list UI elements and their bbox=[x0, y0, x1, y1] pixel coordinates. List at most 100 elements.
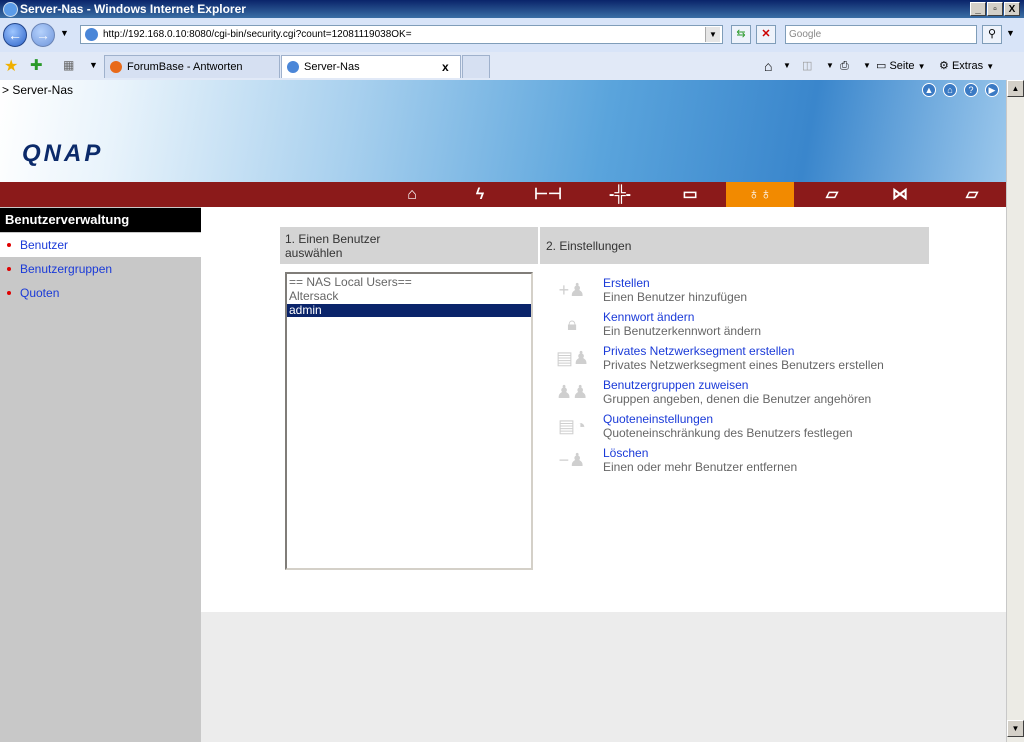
delete-user-icon: −♟ bbox=[558, 450, 586, 470]
refresh-button[interactable]: ⇆ bbox=[731, 25, 751, 44]
window-title-bar: Server-Nas - Windows Internet Explorer _… bbox=[0, 0, 1024, 18]
forward-button[interactable]: → bbox=[31, 23, 55, 47]
erstellen-link[interactable]: Erstellen bbox=[603, 276, 650, 290]
main-content-footer bbox=[201, 612, 1006, 742]
share-folder-menu-icon[interactable]: ▱ bbox=[798, 182, 866, 207]
step2-label: 2. Einstellungen bbox=[546, 239, 632, 253]
tab-forumbase[interactable]: ForumBase - Antworten bbox=[104, 55, 280, 78]
close-window-button[interactable]: X bbox=[1004, 2, 1020, 16]
help-icon[interactable]: ? bbox=[964, 83, 978, 97]
list-item-selected[interactable]: admin bbox=[287, 304, 531, 317]
search-input[interactable]: Google bbox=[785, 25, 977, 44]
tab-server-nas[interactable]: Server-Nas x bbox=[281, 55, 461, 78]
vertical-scrollbar[interactable]: ▲ ▼ bbox=[1006, 80, 1024, 742]
quota-icon: ▤◔ bbox=[558, 416, 586, 436]
new-tab-button[interactable] bbox=[462, 55, 490, 78]
home-icon[interactable]: ⌂ bbox=[764, 57, 772, 75]
qnap-banner: > Server-Nas QNAP ▲ ⌂ ? ▶ bbox=[0, 80, 1006, 182]
home-dropdown-icon[interactable]: ▼ bbox=[783, 57, 791, 75]
tab-label: ForumBase - Antworten bbox=[127, 61, 243, 73]
back-button[interactable]: ← bbox=[3, 23, 27, 47]
maximize-button[interactable]: ▫ bbox=[987, 2, 1003, 16]
add-user-icon: +♟ bbox=[558, 280, 586, 300]
action-netzwerksegment: ▤♟ Privates Netzwerksegment erstellen Pr… bbox=[556, 344, 996, 376]
tools-dropdown-icon: ▼ bbox=[986, 62, 995, 71]
bullet-icon bbox=[7, 243, 11, 247]
loeschen-desc: Einen oder mehr Benutzer entfernen bbox=[603, 460, 798, 474]
step1-line2: auswählen bbox=[285, 246, 343, 260]
sidebar-item-benutzer[interactable]: Benutzer bbox=[0, 233, 201, 257]
list-item[interactable]: == NAS Local Users== bbox=[287, 276, 531, 289]
action-quoten: ▤◔ Quoteneinstellungen Quoteneinschränku… bbox=[556, 412, 996, 444]
netzwerksegment-link[interactable]: Privates Netzwerksegment erstellen bbox=[603, 344, 794, 358]
action-loeschen: −♟ Löschen Einen oder mehr Benutzer entf… bbox=[556, 446, 996, 478]
erstellen-desc: Einen Benutzer hinzufügen bbox=[603, 290, 748, 304]
address-dropdown-icon[interactable]: ▼ bbox=[705, 27, 720, 42]
group-icon: ♟♟ bbox=[556, 382, 589, 402]
status-menu-icon[interactable]: ▱ bbox=[938, 182, 1006, 207]
scroll-down-icon[interactable]: ▼ bbox=[1007, 720, 1024, 737]
feeds-dropdown-icon[interactable]: ▼ bbox=[826, 57, 834, 75]
scroll-up-icon[interactable]: ▲ bbox=[1007, 80, 1024, 97]
home-nav-icon[interactable]: ⌂ bbox=[943, 83, 957, 97]
logout-icon[interactable]: ▲ bbox=[922, 83, 936, 97]
action-kennwort: 🔒︎ Kennwort ändern Ein Benutzerkennwort … bbox=[556, 310, 996, 342]
network-menu-icon[interactable]: ϟ bbox=[446, 182, 514, 207]
lock-icon: 🔒︎ bbox=[567, 314, 577, 334]
loeschen-link[interactable]: Löschen bbox=[603, 446, 648, 460]
search-icon[interactable]: ⚲ bbox=[982, 25, 1002, 44]
tools-menu[interactable]: ⚙ Extras ▼ bbox=[939, 57, 994, 75]
step2-header: 2. Einstellungen bbox=[540, 227, 929, 264]
qnap-logo: QNAP bbox=[22, 140, 104, 167]
feeds-icon[interactable]: ◫ bbox=[802, 57, 812, 75]
add-favorite-icon[interactable]: ✚ bbox=[30, 56, 43, 74]
page-menu[interactable]: ▭ Seite ▼ bbox=[876, 57, 926, 75]
user-management-menu-icon[interactable]: ♁♁ bbox=[726, 182, 794, 207]
step1-line1: 1. Einen Benutzer bbox=[285, 232, 381, 246]
next-icon[interactable]: ▶ bbox=[985, 83, 999, 97]
benutzergruppen-desc: Gruppen angeben, denen die Benutzer ange… bbox=[603, 392, 872, 406]
window-title: Server-Nas - Windows Internet Explorer bbox=[20, 2, 246, 16]
close-tab-icon[interactable]: x bbox=[442, 56, 449, 78]
list-item[interactable]: Altersack bbox=[287, 290, 531, 303]
server-nas-favicon-icon bbox=[287, 61, 299, 73]
page-dropdown-icon: ▼ bbox=[917, 62, 926, 71]
main-menu-strip: ⌂ ϟ ⊢⊣ -╬- ▭ ♁♁ ▱ ⋈ ▱ bbox=[0, 182, 1006, 207]
user-listbox[interactable]: == NAS Local Users== Altersack admin bbox=[285, 272, 533, 570]
kennwort-link[interactable]: Kennwort ändern bbox=[603, 310, 694, 324]
sidebar-item-quoten[interactable]: Quoten bbox=[0, 281, 201, 305]
stop-button[interactable]: ✕ bbox=[756, 25, 776, 44]
benutzergruppen-link[interactable]: Benutzergruppen zuweisen bbox=[603, 378, 748, 392]
breadcrumb: > Server-Nas bbox=[2, 83, 74, 97]
tab-list-dropdown-icon[interactable]: ▼ bbox=[89, 60, 98, 70]
page-icon bbox=[85, 28, 98, 41]
bullet-icon bbox=[7, 291, 11, 295]
quick-tabs-icon[interactable]: ▦ bbox=[63, 58, 74, 72]
search-options-icon[interactable]: ▼ bbox=[1006, 28, 1015, 38]
sidebar-item-benutzergruppen[interactable]: Benutzergruppen bbox=[0, 257, 201, 281]
sidebar-item-label: Quoten bbox=[20, 286, 60, 300]
url-text: http://192.168.0.10:8080/cgi-bin/securit… bbox=[103, 29, 412, 40]
network-services-menu-icon[interactable]: ⋈ bbox=[866, 182, 934, 207]
gear-icon: ⚙ bbox=[939, 60, 949, 72]
tools-menu-label: Extras bbox=[951, 60, 984, 72]
step1-header: 1. Einen Benutzer auswählen bbox=[280, 227, 538, 264]
favorites-star-icon[interactable]: ★ bbox=[4, 56, 18, 76]
quoten-desc: Quoteneinschränkung des Benutzers festle… bbox=[603, 426, 853, 440]
home-menu-icon[interactable]: ⌂ bbox=[378, 182, 446, 207]
history-dropdown-icon[interactable]: ▼ bbox=[60, 28, 69, 38]
action-erstellen: +♟ Erstellen Einen Benutzer hinzufügen bbox=[556, 276, 996, 308]
network-share-icon: ▤♟ bbox=[556, 348, 590, 368]
system-tools-menu-icon[interactable]: ⊢⊣ bbox=[514, 182, 582, 207]
action-benutzergruppen: ♟♟ Benutzergruppen zuweisen Gruppen ange… bbox=[556, 378, 996, 410]
page-menu-label: Seite bbox=[889, 60, 915, 72]
ie-logo-icon bbox=[3, 2, 18, 17]
print-icon[interactable]: ⎙ bbox=[840, 57, 849, 75]
device-menu-icon[interactable]: -╬- bbox=[586, 182, 654, 207]
print-dropdown-icon[interactable]: ▼ bbox=[863, 57, 871, 75]
quoten-link[interactable]: Quoteneinstellungen bbox=[603, 412, 713, 426]
address-field[interactable]: http://192.168.0.10:8080/cgi-bin/securit… bbox=[80, 25, 723, 44]
minimize-button[interactable]: _ bbox=[970, 2, 986, 16]
disk-menu-icon[interactable]: ▭ bbox=[656, 182, 724, 207]
sidebar-item-label: Benutzer bbox=[20, 238, 69, 252]
